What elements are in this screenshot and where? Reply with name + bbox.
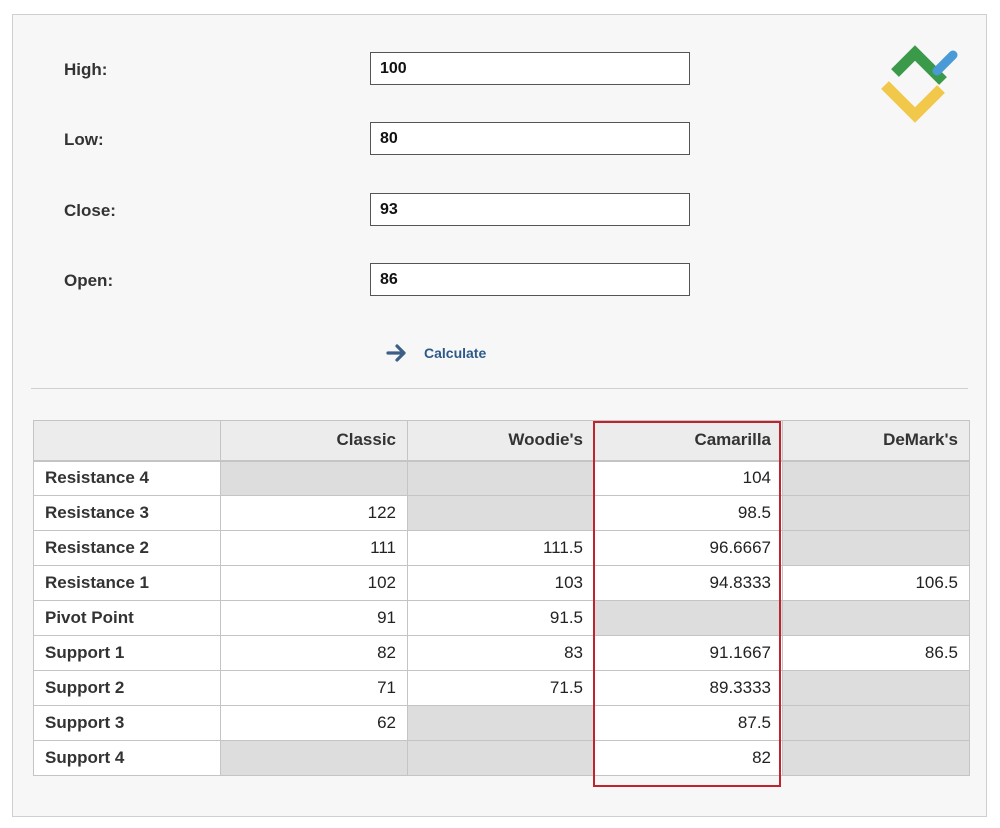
table-cell	[407, 460, 595, 496]
row-label: Pivot Point	[33, 600, 221, 636]
table-cell: 96.6667	[594, 530, 783, 566]
table-row: Resistance 2 111 111.5 96.6667	[33, 530, 970, 566]
table-cell: 91	[220, 600, 408, 636]
table-cell: 111.5	[407, 530, 595, 566]
table-row: Support 4 82	[33, 740, 970, 776]
table-cell: 62	[220, 705, 408, 741]
table-cell: 102	[220, 565, 408, 601]
header-camarilla: Camarilla	[594, 420, 783, 462]
table-cell	[782, 495, 970, 531]
pivot-calculator-panel: High: Low: Close: Open: Calculate Classi…	[12, 14, 987, 817]
row-label: Resistance 2	[33, 530, 221, 566]
table-cell	[782, 460, 970, 496]
table-cell: 82	[220, 635, 408, 671]
row-label: Support 3	[33, 705, 221, 741]
open-label: Open:	[64, 271, 114, 290]
table-row: Support 1 82 83 91.1667 86.5	[33, 635, 970, 671]
table-cell	[782, 740, 970, 776]
table-header-row: Classic Woodie's Camarilla DeMark's	[33, 420, 970, 462]
table-cell	[782, 600, 970, 636]
table-cell: 104	[594, 460, 783, 496]
table-cell: 106.5	[782, 565, 970, 601]
table-cell	[220, 740, 408, 776]
table-cell	[407, 705, 595, 741]
row-label: Support 2	[33, 670, 221, 706]
row-label: Resistance 4	[33, 460, 221, 496]
section-divider	[31, 388, 968, 389]
row-label: Resistance 1	[33, 565, 221, 601]
calculate-label: Calculate	[424, 345, 487, 361]
table-row: Support 3 62 87.5	[33, 705, 970, 741]
close-input[interactable]	[370, 193, 690, 226]
calculate-button[interactable]: Calculate	[386, 341, 486, 365]
table-cell: 86.5	[782, 635, 970, 671]
brand-logo-icon	[881, 45, 958, 123]
table-cell: 103	[407, 565, 595, 601]
pivot-points-table: Classic Woodie's Camarilla DeMark's Resi…	[33, 420, 970, 776]
table-cell: 87.5	[594, 705, 783, 741]
table-cell: 71	[220, 670, 408, 706]
table-cell: 122	[220, 495, 408, 531]
table-cell: 111	[220, 530, 408, 566]
table-row: Resistance 1 102 103 94.8333 106.5	[33, 565, 970, 601]
table-cell	[782, 530, 970, 566]
header-classic: Classic	[220, 420, 408, 462]
row-label: Support 1	[33, 635, 221, 671]
table-cell: 98.5	[594, 495, 783, 531]
table-cell	[407, 495, 595, 531]
table-row: Pivot Point 91 91.5	[33, 600, 970, 636]
low-input[interactable]	[370, 122, 690, 155]
header-demarks: DeMark's	[782, 420, 970, 462]
table-cell	[407, 740, 595, 776]
table-cell: 83	[407, 635, 595, 671]
table-cell: 91.1667	[594, 635, 783, 671]
table-cell	[220, 460, 408, 496]
high-label: High:	[64, 60, 108, 79]
high-input[interactable]	[370, 52, 690, 85]
table-row: Support 2 71 71.5 89.3333	[33, 670, 970, 706]
table-cell: 94.8333	[594, 565, 783, 601]
row-label: Resistance 3	[33, 495, 221, 531]
table-cell: 82	[594, 740, 783, 776]
table-cell: 71.5	[407, 670, 595, 706]
low-label: Low:	[64, 130, 104, 149]
row-label: Support 4	[33, 740, 221, 776]
close-label: Close:	[64, 201, 116, 220]
table-cell	[782, 670, 970, 706]
open-input[interactable]	[370, 263, 690, 296]
table-row: Resistance 4 104	[33, 460, 970, 496]
table-cell: 89.3333	[594, 670, 783, 706]
table-cell	[782, 705, 970, 741]
table-cell	[594, 600, 783, 636]
table-cell: 91.5	[407, 600, 595, 636]
header-blank	[33, 420, 221, 462]
table-row: Resistance 3 122 98.5	[33, 495, 970, 531]
arrow-right-icon	[386, 344, 406, 362]
header-woodies: Woodie's	[407, 420, 595, 462]
